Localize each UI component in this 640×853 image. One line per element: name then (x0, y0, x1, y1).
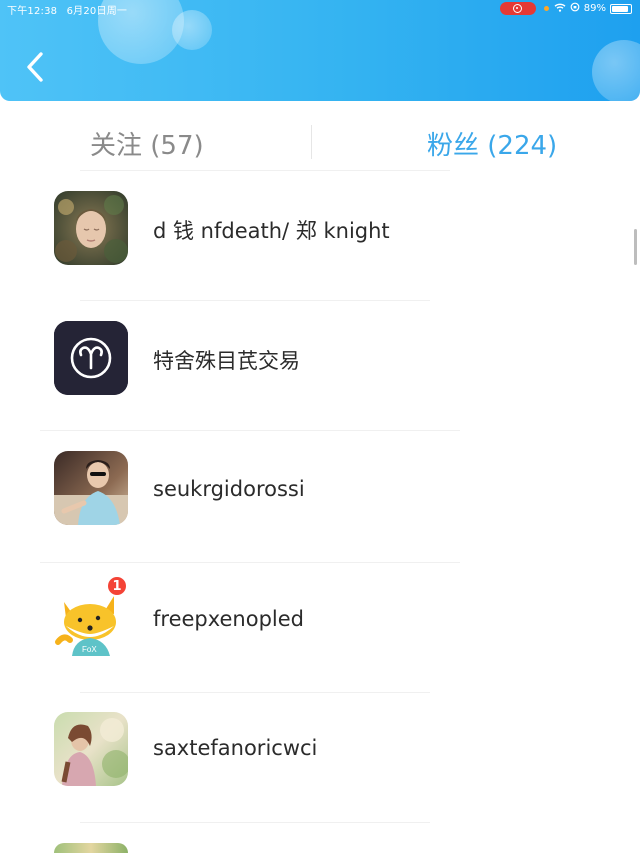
battery-percent: 89% (583, 3, 606, 14)
scrollbar[interactable] (634, 229, 637, 265)
avatar[interactable] (54, 712, 128, 786)
status-time: 下午12:38 (7, 6, 58, 17)
follower-name: d 钱 nfdeath/ 郑 knight (153, 219, 390, 243)
tab-bar: 关注 (57) 粉丝 (224) (0, 101, 640, 171)
svg-text:FoX: FoX (82, 645, 97, 654)
tab-followers[interactable]: 粉丝 (224) (427, 125, 557, 162)
avatar[interactable] (54, 843, 128, 853)
mic-indicator-icon (543, 6, 549, 11)
avatar[interactable] (54, 321, 128, 395)
list-item[interactable]: 特舍殊目芪交易 (0, 301, 640, 431)
aries-zodiac-icon (54, 321, 128, 395)
status-bar: 下午12:38 6月20日周一 89% (0, 0, 640, 18)
list-item[interactable] (0, 822, 640, 853)
tab-divider (311, 125, 312, 159)
decorative-bubble (592, 40, 640, 101)
follower-name: 特舍殊目芪交易 (153, 349, 300, 373)
follower-name: freepxenopled (153, 607, 305, 631)
list-item[interactable]: seukrgidorossi (0, 432, 640, 563)
header-bar: 下午12:38 6月20日周一 89% (0, 0, 640, 101)
follower-name: seukrgidorossi (153, 477, 305, 501)
tab-following[interactable]: 关注 (57) (90, 125, 204, 162)
status-date: 6月20日周一 (66, 6, 128, 17)
notification-badge: 1 (106, 575, 128, 597)
avatar[interactable] (54, 191, 128, 265)
back-button[interactable] (22, 50, 48, 84)
list-item[interactable]: saxtefanoricwci (0, 692, 640, 823)
orientation-lock-icon (570, 2, 580, 15)
chevron-left-icon (27, 52, 43, 82)
divider (40, 430, 460, 431)
battery-icon (610, 3, 632, 14)
list-item[interactable]: d 钱 nfdeath/ 郑 knight (0, 171, 640, 301)
screen-record-icon (499, 2, 536, 15)
avatar[interactable]: FoX 1 (54, 575, 128, 656)
avatar[interactable] (54, 451, 128, 525)
follower-name: saxtefanoricwci (153, 736, 318, 760)
list-item[interactable]: FoX 1 freepxenopled (0, 562, 640, 693)
wifi-icon (554, 3, 566, 15)
